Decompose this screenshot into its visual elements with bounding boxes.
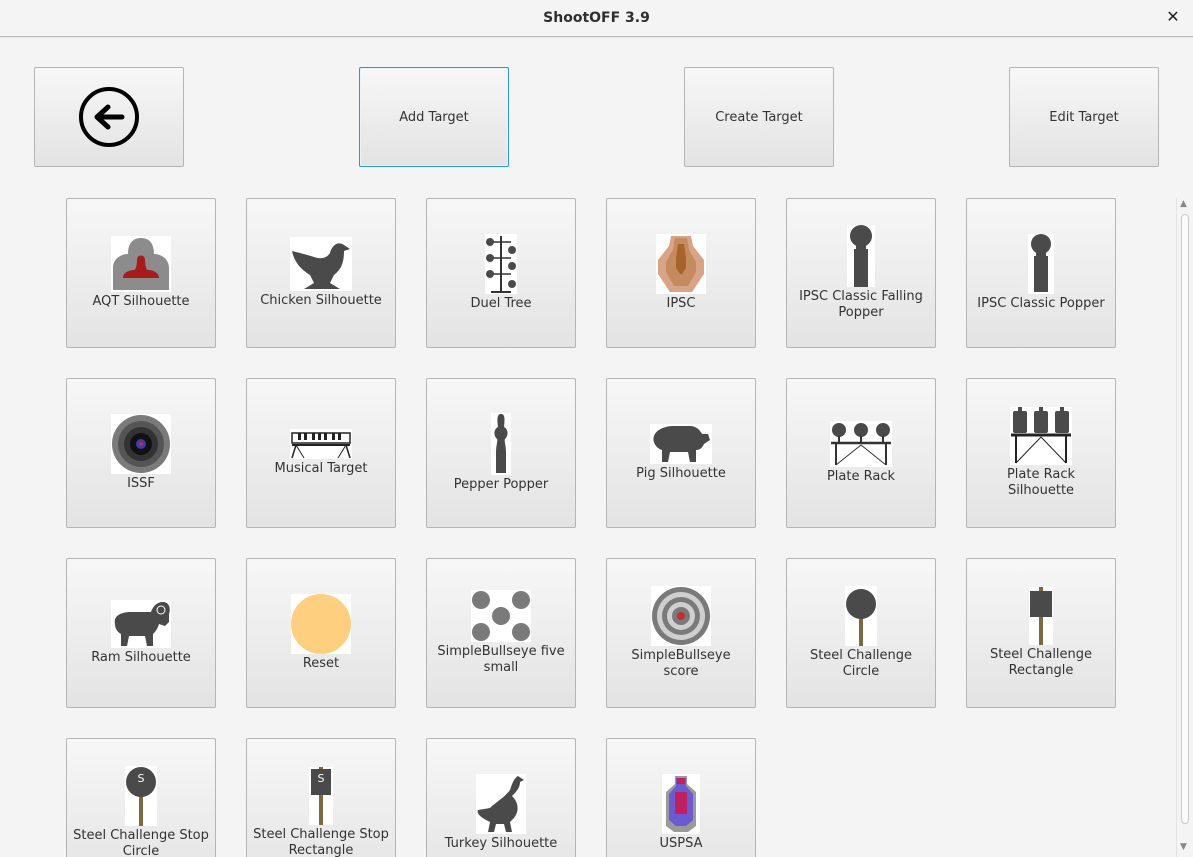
stop-letter: S <box>138 772 145 785</box>
target-ipsc-classic-popper[interactable]: IPSC Classic Popper <box>966 198 1116 348</box>
target-ram-silhouette[interactable]: Ram Silhouette <box>66 558 216 708</box>
target-simplebullseye-score[interactable]: SimpleBullseye score <box>606 558 756 708</box>
target-steel-challenge-stop-rectangle[interactable]: S Steel Challenge Stop Rectangle <box>246 738 396 857</box>
create-target-button[interactable]: Create Target <box>684 67 834 167</box>
tile-label: SimpleBullseye score <box>631 648 731 679</box>
pig-silhouette-icon <box>650 424 712 464</box>
scroll-thumb[interactable] <box>1181 214 1189 824</box>
target-ipsc[interactable]: IPSC <box>606 198 756 348</box>
musical-target-icon <box>290 429 352 459</box>
back-button[interactable] <box>34 67 184 167</box>
tile-label: Steel Challenge Circle <box>809 648 913 679</box>
target-steel-challenge-stop-circle[interactable]: S Steel Challenge Stop Circle <box>66 738 216 857</box>
five-small-bullseye-icon <box>471 590 531 642</box>
steel-stop-rectangle-icon: S <box>309 767 333 825</box>
chicken-silhouette-icon <box>290 237 352 291</box>
target-steel-challenge-rectangle[interactable]: Steel Challenge Rectangle <box>966 558 1116 708</box>
plate-rack-icon <box>830 421 892 467</box>
target-plate-rack[interactable]: Plate Rack <box>786 378 936 528</box>
turkey-silhouette-icon <box>476 774 526 834</box>
tile-label: IPSC Classic Popper <box>977 296 1105 311</box>
target-grid: AQT Silhouette Chicken Silhouette Duel T… <box>0 190 1175 857</box>
target-uspsa[interactable]: USPSA <box>606 738 756 857</box>
tile-label: Musical Target <box>274 461 368 476</box>
bullseye-score-icon <box>651 586 711 646</box>
tile-label: Plate Rack <box>826 469 896 484</box>
uspsa-icon <box>662 774 700 834</box>
target-plate-rack-silhouette[interactable]: Plate Rack Silhouette <box>966 378 1116 528</box>
target-pig-silhouette[interactable]: Pig Silhouette <box>606 378 756 528</box>
tile-label: ISSF <box>127 476 155 491</box>
scroll-up-icon[interactable]: ▲ <box>1180 199 1187 209</box>
tile-label: Turkey Silhouette <box>444 836 558 851</box>
add-target-button[interactable]: Add Target <box>359 67 509 167</box>
tile-label: Duel Tree <box>470 296 532 311</box>
target-musical-target[interactable]: Musical Target <box>246 378 396 528</box>
target-issf[interactable]: ISSF <box>66 378 216 528</box>
ipsc-icon <box>656 234 706 294</box>
duel-tree-icon <box>485 234 517 294</box>
target-reset[interactable]: Reset <box>246 558 396 708</box>
ram-silhouette-icon <box>111 600 171 648</box>
target-ipsc-classic-falling-popper[interactable]: IPSC Classic Falling Popper <box>786 198 936 348</box>
target-duel-tree[interactable]: Duel Tree <box>426 198 576 348</box>
ipsc-popper-icon <box>1028 234 1054 294</box>
tile-label: Chicken Silhouette <box>260 293 382 308</box>
tile-label: Pepper Popper <box>453 477 549 492</box>
vertical-scrollbar[interactable]: ▲ ▼ <box>1176 198 1193 857</box>
tile-label: USPSA <box>659 836 703 851</box>
tile-label: SimpleBullseye five small <box>437 644 565 675</box>
target-turkey-silhouette[interactable]: Turkey Silhouette <box>426 738 576 857</box>
stop-letter: S <box>318 772 325 785</box>
tile-label: Steel Challenge Stop Rectangle <box>253 827 389 857</box>
tile-label: Ram Silhouette <box>91 650 191 665</box>
target-chicken-silhouette[interactable]: Chicken Silhouette <box>246 198 396 348</box>
reset-circle-icon <box>291 594 351 654</box>
edit-target-button[interactable]: Edit Target <box>1009 67 1159 167</box>
tile-label: IPSC Classic Falling Popper <box>799 289 923 320</box>
pepper-popper-icon <box>491 413 511 475</box>
scroll-down-icon[interactable]: ▼ <box>1180 842 1187 852</box>
tile-label: Steel Challenge Rectangle <box>989 647 1093 678</box>
target-simplebullseye-five-small[interactable]: SimpleBullseye five small <box>426 558 576 708</box>
steel-stop-circle-icon: S <box>125 766 157 826</box>
tile-label: IPSC <box>666 296 696 311</box>
tile-label: AQT Silhouette <box>92 294 190 309</box>
title-bar: ShootOFF 3.9 ✕ <box>0 0 1193 37</box>
target-steel-challenge-circle[interactable]: Steel Challenge Circle <box>786 558 936 708</box>
tile-label: Plate Rack Silhouette <box>1006 467 1076 498</box>
ipsc-falling-popper-icon <box>847 225 875 287</box>
aqt-silhouette-icon <box>111 236 171 292</box>
target-aqt-silhouette[interactable]: AQT Silhouette <box>66 198 216 348</box>
close-icon[interactable]: ✕ <box>1164 7 1182 27</box>
tile-label: Steel Challenge Stop Circle <box>73 828 209 857</box>
target-pepper-popper[interactable]: Pepper Popper <box>426 378 576 528</box>
tile-label: Reset <box>302 656 340 671</box>
plate-rack-silhouette-icon <box>1010 407 1072 465</box>
tile-label: Pig Silhouette <box>636 466 726 481</box>
issf-icon <box>111 414 171 474</box>
steel-circle-icon <box>845 586 877 646</box>
back-arrow-circle-icon <box>79 87 139 147</box>
window-title: ShootOFF 3.9 <box>543 10 650 26</box>
steel-rectangle-icon <box>1029 587 1053 645</box>
